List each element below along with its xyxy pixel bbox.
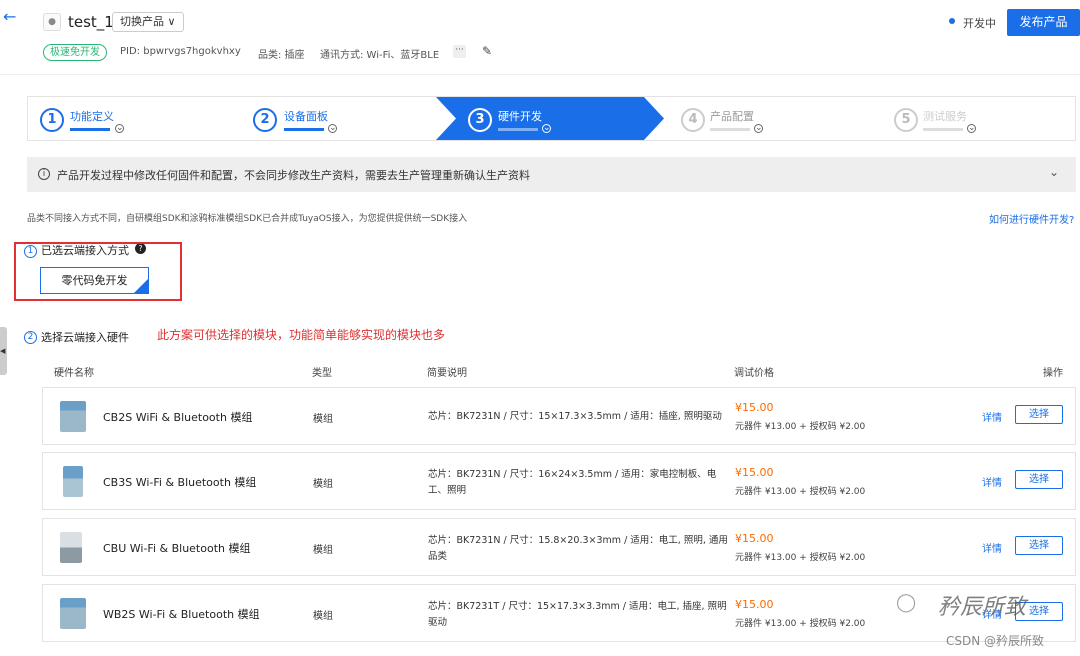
back-arrow-icon[interactable]: ←: [3, 8, 21, 26]
module-image: [60, 401, 86, 432]
select-button[interactable]: 选择: [1015, 536, 1063, 555]
header-price: 调试价格: [734, 368, 774, 379]
notice-text: 产品开发过程中修改任何固件和配置，不会同步修改生产资料，需要去生产管理重新确认生…: [57, 169, 530, 182]
table-row: WB2S Wi-Fi & Bluetooth 模组 模组 芯片：BK7231T …: [42, 584, 1076, 642]
module-price-breakdown: 元器件 ¥13.00 + 授权码 ¥2.00: [735, 619, 866, 629]
annotation-box: [14, 242, 182, 301]
step-number: 3: [468, 108, 492, 132]
details-link[interactable]: 详情: [982, 409, 1002, 424]
chevron-down-icon[interactable]: ⌄: [542, 124, 551, 133]
comm-text: 通讯方式: Wi-Fi、蓝牙BLE: [320, 50, 440, 61]
step-progress-bar: [498, 128, 538, 131]
header-actions: 操作: [1043, 368, 1063, 379]
description-text: 品类不同接入方式不同，自研模组SDK和涂鸦标准模组SDK已合并成TuyaOS接入…: [27, 214, 468, 224]
step-number: 5: [894, 108, 918, 132]
header-type: 类型: [312, 368, 332, 379]
edit-icon[interactable]: ✎: [482, 44, 492, 58]
module-type: 模组: [313, 611, 333, 622]
step-progress-bar: [284, 128, 324, 131]
status-text: 开发中: [963, 17, 996, 30]
step-1[interactable]: 1 功能定义 ⌄: [28, 97, 228, 140]
module-desc: 芯片：BK7231N / 尺寸：16×24×3.5mm / 适用：家电控制板、电…: [428, 469, 717, 496]
annotation-text: 此方案可供选择的模块，功能简单能够实现的模块也多: [157, 328, 446, 342]
section-2-title: 选择云端接入硬件: [41, 331, 129, 344]
module-price-breakdown: 元器件 ¥13.00 + 授权码 ¥2.00: [735, 553, 866, 563]
module-price: ¥15.00: [735, 466, 774, 479]
table-row: CB3S Wi-Fi & Bluetooth 模组 模组 芯片：BK7231N …: [42, 452, 1076, 510]
details-link[interactable]: 详情: [982, 540, 1002, 555]
module-price: ¥15.00: [735, 401, 774, 414]
step-label: 功能定义: [70, 110, 114, 123]
module-name: CB3S Wi-Fi & Bluetooth 模组: [103, 476, 257, 489]
module-type: 模组: [313, 479, 333, 490]
more-icon[interactable]: ···: [453, 45, 466, 58]
section-2-number: 2: [24, 331, 37, 344]
step-number: 1: [40, 108, 64, 132]
select-button[interactable]: 选择: [1015, 405, 1063, 424]
side-collapse-tab[interactable]: ◀: [0, 327, 7, 375]
step-number: 2: [253, 108, 277, 132]
status-dot-icon: [949, 18, 955, 24]
chevron-down-icon[interactable]: ⌄: [967, 124, 976, 133]
step-label: 产品配置: [710, 110, 754, 123]
step-label: 硬件开发: [498, 110, 542, 123]
category-text: 品类: 插座: [258, 50, 305, 61]
chevron-down-icon[interactable]: ⌄: [328, 124, 337, 133]
module-price-breakdown: 元器件 ¥13.00 + 授权码 ¥2.00: [735, 422, 866, 432]
module-image: [60, 532, 82, 563]
chevron-down-icon[interactable]: ⌄: [115, 124, 124, 133]
details-link[interactable]: 详情: [982, 474, 1002, 489]
step-number: 4: [681, 108, 705, 132]
double-chevron-down-icon[interactable]: ⌄: [1049, 165, 1059, 179]
info-icon: i: [38, 168, 50, 180]
module-desc: 芯片：BK7231N / 尺寸：15×17.3×3.5mm / 适用：插座, 照…: [428, 411, 722, 422]
header-hardware-name: 硬件名称: [54, 368, 94, 379]
module-price: ¥15.00: [735, 532, 774, 545]
module-name: CB2S WiFi & Bluetooth 模组: [103, 411, 253, 424]
step-progress-bar: [923, 128, 963, 131]
publish-button[interactable]: 发布产品: [1007, 9, 1080, 36]
module-price: ¥15.00: [735, 598, 774, 611]
table-row: CB2S WiFi & Bluetooth 模组 模组 芯片：BK7231N /…: [42, 387, 1076, 445]
module-name: CBU Wi-Fi & Bluetooth 模组: [103, 542, 251, 555]
watermark-title: 矜辰所致: [938, 595, 1027, 620]
divider: [0, 74, 1080, 75]
module-desc: 芯片：BK7231T / 尺寸：15×17.3×3.3mm / 适用：电工, 插…: [428, 601, 727, 628]
free-dev-tag: 极速免开发: [43, 44, 107, 61]
module-price-breakdown: 元器件 ¥13.00 + 授权码 ¥2.00: [735, 487, 866, 497]
step-label: 设备面板: [284, 110, 328, 123]
step-4[interactable]: 4 产品配置 ⌄: [668, 97, 868, 140]
module-image: [60, 598, 86, 629]
hardware-help-link[interactable]: 如何进行硬件开发?: [989, 211, 1074, 226]
product-name: test_1: [68, 13, 114, 31]
step-5[interactable]: 5 测试服务 ⌄: [881, 97, 1071, 140]
step-label: 测试服务: [923, 110, 967, 123]
step-3[interactable]: 3 硬件开发 ⌄: [436, 97, 664, 140]
module-desc: 芯片：BK7231N / 尺寸：15.8×20.3×3mm / 适用：电工, 照…: [428, 535, 728, 562]
notice-banner: i 产品开发过程中修改任何固件和配置，不会同步修改生产资料，需要去生产管理重新确…: [27, 157, 1076, 192]
header-description: 简要说明: [427, 368, 467, 379]
step-2[interactable]: 2 设备面板 ⌄: [241, 97, 441, 140]
module-type: 模组: [313, 545, 333, 556]
module-type: 模组: [313, 414, 333, 425]
chevron-down-icon[interactable]: ⌄: [754, 124, 763, 133]
watermark-subtitle: CSDN @矜辰所致: [946, 634, 1045, 648]
step-progress-bar: [710, 128, 750, 131]
select-button[interactable]: 选择: [1015, 470, 1063, 489]
switch-product-button[interactable]: 切换产品 ∨: [112, 12, 184, 32]
module-name: WB2S Wi-Fi & Bluetooth 模组: [103, 608, 260, 621]
pid-text: PID: bpwrvgs7hgokvhxy: [120, 46, 241, 57]
table-row: CBU Wi-Fi & Bluetooth 模组 模组 芯片：BK7231N /…: [42, 518, 1076, 576]
step-progress-bar: [70, 128, 110, 131]
step-progress: 1 功能定义 ⌄ 2 设备面板 ⌄ 3 硬件开发 ⌄ 4 产品配置 ⌄ 5 测试…: [27, 96, 1076, 141]
product-icon: ●: [43, 13, 61, 31]
module-image: [63, 466, 83, 497]
wechat-icon: ◯: [896, 592, 917, 613]
